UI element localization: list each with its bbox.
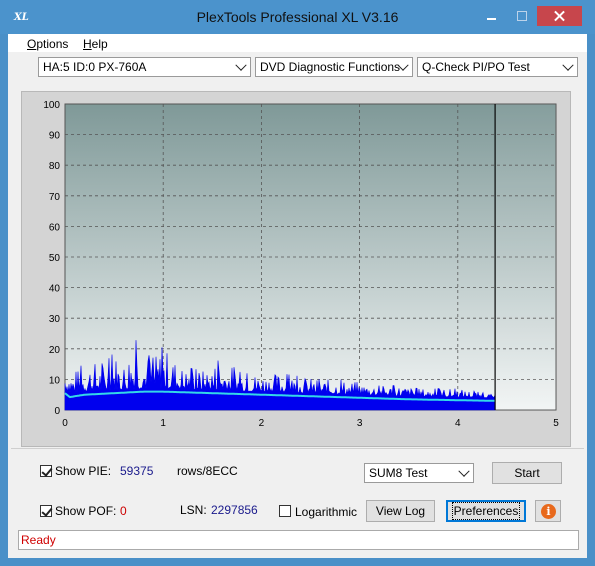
logarithmic-checkbox[interactable]	[279, 505, 291, 517]
lsn-label: LSN:	[180, 503, 207, 517]
view-log-label: View Log	[375, 504, 426, 518]
y-tick-label: 70	[49, 192, 61, 203]
menu-help[interactable]: Help	[83, 37, 108, 51]
y-axis-ticks: 0 10 20 30 40 50 60 70 80 90 100	[43, 100, 60, 417]
lsn-value: 2297856	[211, 503, 258, 517]
logarithmic-label: Logarithmic	[295, 505, 358, 519]
y-tick-label: 90	[49, 131, 61, 142]
test-select[interactable]: Q-Check PI/PO Test	[417, 57, 578, 77]
chevron-down-icon	[562, 59, 574, 71]
client-area: Options Help HA:5 ID:0 PX-760A DVD Diagn…	[8, 34, 587, 558]
y-tick-label: 60	[49, 222, 61, 233]
x-axis-ticks: 0 1 2 3 4 5	[62, 418, 559, 429]
x-tick-label: 4	[455, 418, 461, 429]
show-pie-label: Show PIE:	[55, 464, 112, 478]
main-window: XL PlexTools Professional XL V3.16 Optio…	[0, 0, 595, 566]
sum-test-select[interactable]: SUM8 Test	[364, 463, 474, 483]
x-tick-label: 0	[62, 418, 68, 429]
view-log-button[interactable]: View Log	[366, 500, 435, 522]
chart-panel: 0 10 20 30 40 50 60 70 80 90 100 0 1 2 3 4 5	[21, 91, 571, 447]
preferences-button[interactable]: Preferences	[446, 500, 526, 522]
status-bar: Ready	[18, 530, 579, 550]
x-tick-label: 5	[553, 418, 559, 429]
y-tick-label: 0	[54, 406, 60, 417]
unscanned-region	[495, 104, 556, 410]
y-tick-label: 80	[49, 161, 61, 172]
pie-value: 59375	[120, 464, 154, 478]
separator	[11, 448, 584, 449]
options-panel: Show PIE: 59375 rows/8ECC SUM8 Test Star…	[17, 456, 579, 526]
maximize-button[interactable]	[507, 6, 536, 26]
info-icon: i	[541, 504, 556, 519]
chevron-down-icon	[235, 59, 247, 71]
y-tick-label: 40	[49, 284, 61, 295]
preferences-label: Preferences	[451, 502, 521, 520]
menu-options[interactable]: Options	[27, 37, 68, 51]
title-bar[interactable]: XL PlexTools Professional XL V3.16	[0, 0, 595, 34]
menu-bar: Options Help	[8, 34, 587, 52]
pi-po-chart: 0 10 20 30 40 50 60 70 80 90 100 0 1 2 3 4 5	[43, 100, 559, 429]
toolbar: HA:5 ID:0 PX-760A DVD Diagnostic Functio…	[32, 55, 579, 81]
info-button[interactable]: i	[535, 500, 561, 522]
function-select-value: DVD Diagnostic Functions	[260, 60, 401, 74]
close-button[interactable]	[537, 6, 582, 26]
function-select[interactable]: DVD Diagnostic Functions	[255, 57, 413, 77]
chevron-down-icon	[458, 465, 470, 477]
x-tick-label: 1	[160, 418, 166, 429]
y-tick-label: 20	[49, 345, 61, 356]
pie-unit: rows/8ECC	[177, 464, 238, 478]
y-tick-label: 30	[49, 314, 61, 325]
start-button[interactable]: Start	[492, 462, 562, 484]
drive-select-value: HA:5 ID:0 PX-760A	[43, 60, 147, 74]
test-select-value: Q-Check PI/PO Test	[422, 60, 530, 74]
y-tick-label: 100	[43, 100, 60, 111]
poe-value: 0	[120, 504, 127, 518]
sum-test-value: SUM8 Test	[369, 466, 428, 480]
show-poe-checkbox[interactable]	[40, 505, 52, 517]
y-tick-label: 10	[49, 375, 61, 386]
start-button-label: Start	[514, 466, 540, 480]
x-tick-label: 3	[357, 418, 363, 429]
drive-select[interactable]: HA:5 ID:0 PX-760A	[38, 57, 251, 77]
minimize-button[interactable]	[477, 6, 506, 26]
x-tick-label: 2	[259, 418, 265, 429]
y-tick-label: 50	[49, 253, 61, 264]
show-pie-checkbox[interactable]	[40, 465, 52, 477]
show-poe-label: Show POF:	[55, 504, 117, 518]
